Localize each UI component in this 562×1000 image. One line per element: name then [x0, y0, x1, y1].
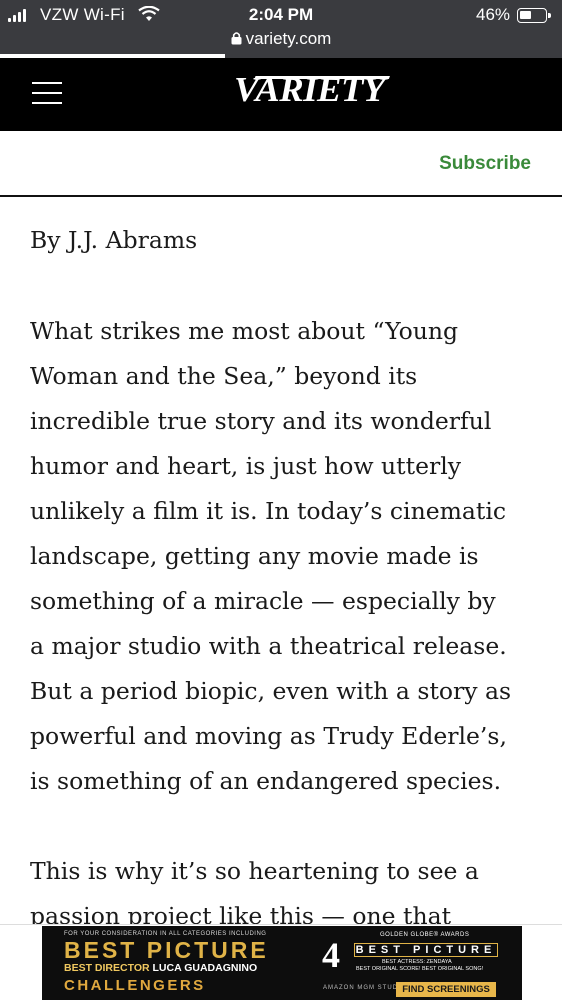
browser-status-bar: VZW Wi-Fi 2:04 PM 46% variety.com: [0, 0, 562, 58]
ad-best-director: BEST DIRECTOR LUCA GUADAGNINO: [64, 962, 257, 974]
battery-icon: [517, 8, 551, 23]
paragraph-line: Woman and the Sea,” beyond its: [30, 362, 418, 390]
article-paragraph: What strikes me most about “Young Woman …: [30, 309, 540, 804]
url-text: variety.com: [245, 29, 332, 48]
ad-best-actress: BEST ACTRESS: ZENDAYA: [382, 959, 452, 965]
paragraph-line: But a period biopic, even with a story a…: [30, 677, 512, 705]
site-header: VARIETY: [0, 58, 562, 131]
ad-best-picture: BEST PICTURE: [64, 937, 269, 963]
subscribe-bar: Subscribe: [0, 131, 562, 197]
paragraph-line: landscape, getting any movie made is: [30, 542, 479, 570]
find-screenings-button[interactable]: FIND SCREENINGS: [396, 982, 496, 997]
variety-logo[interactable]: VARIETY: [234, 70, 385, 110]
challengers-ad-banner[interactable]: FOR YOUR CONSIDERATION IN ALL CATEGORIES…: [42, 926, 522, 1000]
ad-awards-panel: GOLDEN GLOBE® AWARDS 4 BEST PICTURE BEST…: [320, 932, 500, 998]
subscribe-link[interactable]: Subscribe: [439, 153, 531, 175]
paragraph-line: This is why it’s so heartening to see a: [30, 857, 479, 885]
hamburger-menu-icon[interactable]: [32, 82, 62, 104]
ad-director-name: LUCA GUADAGNINO: [152, 962, 258, 974]
ad-score-song: BEST ORIGINAL SCORE! BEST ORIGINAL SONG!: [356, 966, 484, 972]
paragraph-line: something of a miracle — especially by: [30, 587, 496, 615]
paragraph-line: unlikely a film it is. In today’s cinema…: [30, 497, 507, 525]
battery-percent: 46%: [476, 5, 511, 24]
ad-director-category: BEST DIRECTOR: [64, 962, 150, 974]
paragraph-line: is something of an endangered species.: [30, 767, 502, 795]
paragraph-line: What strikes me most about “Young: [30, 317, 459, 345]
paragraph-line: humor and heart, is just how utterly: [30, 452, 461, 480]
status-row: VZW Wi-Fi 2:04 PM 46%: [0, 4, 562, 28]
ad-golden-globe-label: GOLDEN GLOBE® AWARDS: [380, 932, 470, 938]
article-byline: By J.J. Abrams: [30, 226, 198, 254]
ad-best-picture-box: BEST PICTURE: [354, 943, 498, 957]
paragraph-line: a major studio with a theatrical release…: [30, 632, 507, 660]
article-body: By J.J. Abrams What strikes me most abou…: [30, 220, 540, 984]
address-bar[interactable]: variety.com: [0, 29, 562, 49]
bottom-ad-container: FOR YOUR CONSIDERATION IN ALL CATEGORIES…: [0, 924, 562, 1000]
ad-film-title: CHALLENGERS: [64, 977, 206, 994]
paragraph-line: incredible true story and its wonderful: [30, 407, 492, 435]
paragraph-line: powerful and moving as Trudy Ederle’s,: [30, 722, 507, 750]
ad-nomination-count: 4: [322, 935, 340, 975]
lock-icon: [231, 32, 242, 45]
